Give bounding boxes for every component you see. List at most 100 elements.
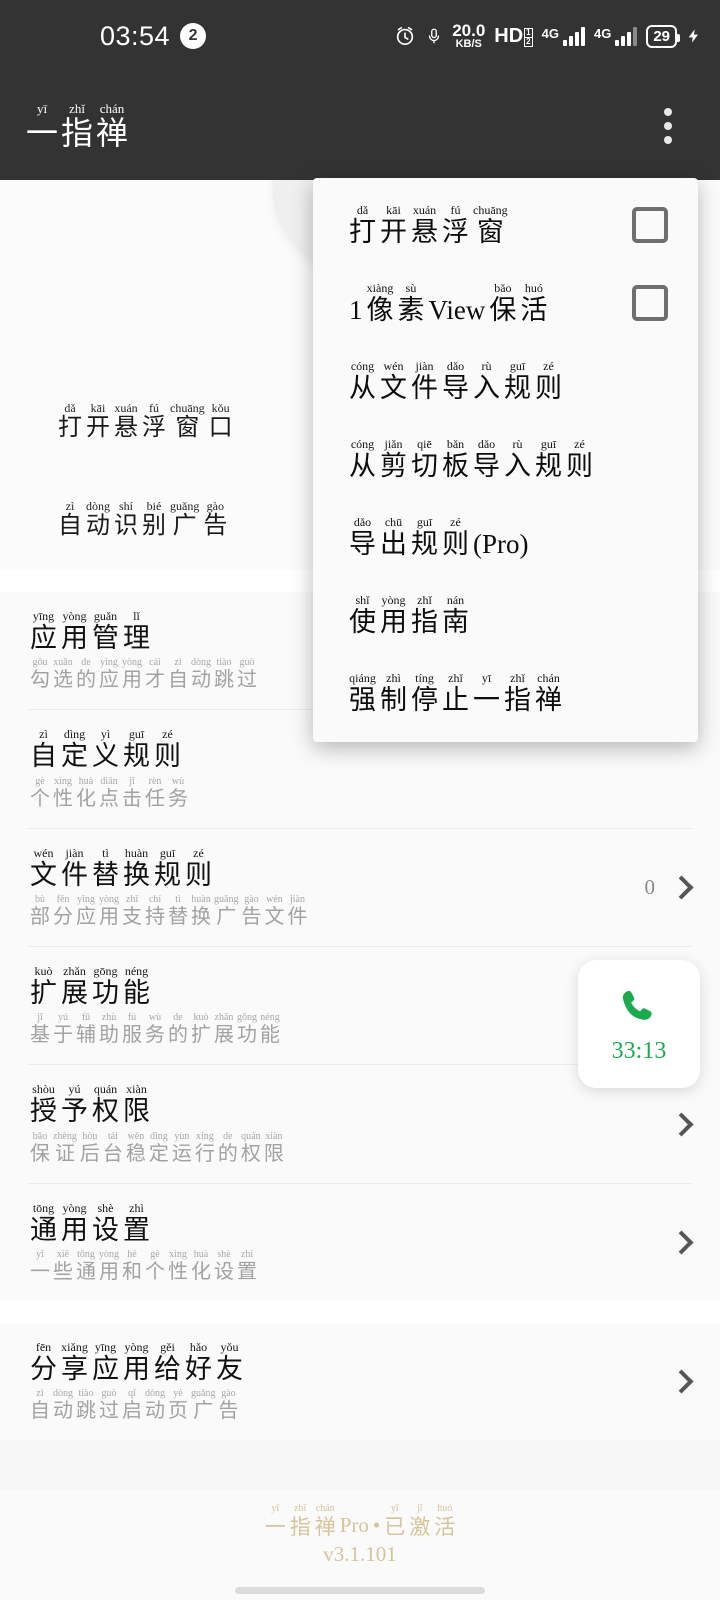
pinyin-annotation: fēn [35, 1340, 52, 1355]
hanzi-character: 像 [366, 294, 394, 325]
menu-item-label-ruby: chū 出 [380, 516, 407, 558]
network-speed-value: 20.0 [452, 21, 486, 40]
pinyin-annotation: zì [174, 657, 182, 669]
pinyin-annotation: cóng [350, 436, 375, 451]
list-item-title-ruby: tì 替 [92, 847, 119, 889]
list-item-subtitle-ruby: de 的 [76, 658, 96, 691]
gesture-navigation-bar[interactable] [235, 1587, 485, 1594]
list-item-texts: zì 自 dìng 定 yì 义 guī 规 zé 则 gè 个 xìng 性 huà 化 diǎn 点 jī 击 rè… [30, 728, 188, 809]
hanzi-character: 活 [520, 294, 548, 325]
menu-item-label-ruby: chuāng 窗 [473, 204, 508, 246]
list-item-subtitle-ruby: yīng 应 [76, 895, 96, 928]
list-item-title-ruby: guǎn 管 [92, 610, 119, 652]
three-dot-menu-icon[interactable] [656, 100, 680, 152]
list-item[interactable]: tōng 通 yòng 用 shè 设 zhì 置 yī 一 xiē 些 tōng 通 yòng 用 hé 和 gè… [0, 1184, 720, 1301]
hanzi-character: 分 [53, 906, 73, 929]
chevron-right-icon[interactable] [669, 1369, 694, 1394]
list-item-title-ruby: shè 设 [92, 1202, 119, 1244]
pinyin-annotation: dǎ [356, 202, 369, 217]
pinyin-annotation: chuāng [170, 401, 205, 416]
list-item-title-ruby: néng 能 [123, 965, 150, 1007]
pinyin-annotation: chū [384, 514, 403, 529]
app-title-ruby: zhǐ 指 [61, 102, 93, 151]
hanzi-character: 禅 [96, 114, 129, 151]
menu-item[interactable]: qiáng 强 zhì 制 tíng 停 zhǐ 止 yī 一 zhǐ 指 chán 禅 [313, 654, 698, 732]
hanzi-character: 勾 [30, 669, 50, 692]
hanzi-character: 导 [442, 372, 469, 403]
chevron-right-icon[interactable] [669, 1230, 694, 1255]
list-item-subtitle-ruby: tōng 通 [76, 1250, 96, 1283]
menu-item-checkbox[interactable] [632, 285, 668, 321]
hanzi-character: 用 [122, 669, 142, 692]
list-item[interactable]: fēn 分 xiǎng 享 yīng 应 yòng 用 gěi 给 hǎo 好 yǒu 友 zì 自 dòng 动… [0, 1323, 720, 1440]
menu-item-label-ruby: jiàn 件 [411, 360, 438, 402]
pinyin-annotation: yòng [124, 1340, 149, 1355]
pinyin-annotation: cóng [350, 358, 375, 373]
hanzi-character: 限 [263, 1142, 284, 1165]
menu-item[interactable]: 1 xiàng 像 sù 素 View bǎo 保 huó 活 [313, 264, 698, 342]
hanzi-character: 过 [237, 669, 257, 692]
hanzi-character: 悬 [114, 415, 138, 442]
pinyin-annotation: yīng [94, 1340, 117, 1355]
section-gap [0, 1301, 720, 1324]
list-item-subtitle-ruby: xíng 行 [195, 1131, 215, 1165]
pinyin-annotation: zhì [129, 1200, 144, 1215]
hanzi-character: 的 [168, 1024, 188, 1047]
hanzi-character: 部 [30, 906, 50, 929]
settings-card-secondary: fēn 分 xiǎng 享 yīng 应 yòng 用 gěi 给 hǎo 好 yǒu 友 zì 自 dòng 动… [0, 1323, 720, 1441]
pinyin-annotation: chán [537, 670, 560, 685]
pinyin-annotation: yòng [99, 1249, 119, 1261]
hanzi-character: 些 [53, 1261, 73, 1284]
list-item[interactable]: wén 文 jiàn 件 tì 替 huàn 换 guī 规 zé 则 bù 部 fēn 分 yīng 应 yòng… [0, 829, 720, 946]
pinyin-annotation: zhǐ [448, 670, 463, 685]
switch-label-0-ruby: chuāng 窗 [170, 402, 205, 441]
menu-item[interactable]: shǐ 使 yòng 用 zhǐ 指 nán 南 [313, 576, 698, 654]
hanzi-character: 运 [171, 1142, 192, 1165]
hanzi-character: 开 [380, 216, 407, 247]
hanzi-character: 禅 [535, 684, 562, 715]
menu-item[interactable]: cóng 从 jiǎn 剪 qiē 切 bǎn 板 dǎo 导 rù 入 guī 规 zé 则 [313, 420, 698, 498]
menu-item-checkbox[interactable] [632, 207, 668, 243]
list-item-subtitle: gōu 勾 xuǎn 选 de 的 yīng 应 yòng 用 cái 才 zì 自 dòng 动 tiào 跳 g… [30, 658, 257, 691]
list-item-title-ruby: xiǎng 享 [61, 1341, 88, 1383]
list-item-title-ruby: tōng 通 [30, 1202, 57, 1244]
pinyin-annotation: tiào [78, 1388, 94, 1400]
list-item-title: tōng 通 yòng 用 shè 设 zhì 置 [30, 1202, 257, 1244]
list-item-title-ruby: kuò 扩 [30, 965, 57, 1007]
list-item-texts: tōng 通 yòng 用 shè 设 zhì 置 yī 一 xiē 些 tōng 通 yòng 用 hé 和 gè… [30, 1202, 257, 1283]
menu-item[interactable]: dǎ 打 kāi 开 xuán 悬 fú 浮 chuāng 窗 [313, 186, 698, 264]
list-item-subtitle-ruby: gōu 勾 [30, 658, 50, 691]
menu-item[interactable]: dǎo 导 chū 出 guī 规 zé 则 (Pro) [313, 498, 698, 576]
list-item-title-ruby: yǒu 友 [216, 1341, 243, 1383]
floating-call-widget[interactable]: 33:13 [578, 960, 700, 1088]
hanzi-character: 置 [237, 1261, 257, 1284]
chevron-right-icon[interactable] [669, 875, 694, 900]
list-item-subtitle-ruby: guǎng 广 [191, 1389, 215, 1422]
hanzi-character: 告 [203, 513, 228, 540]
hanzi-character: 限 [123, 1096, 150, 1127]
hanzi-character: 素 [397, 294, 425, 325]
pinyin-annotation: dòng [145, 1388, 165, 1400]
battery-indicator: 29 [646, 24, 680, 48]
hanzi-character: 义 [92, 741, 119, 772]
pinyin-annotation: yī [36, 1249, 44, 1261]
hanzi-character: 于 [53, 1024, 73, 1047]
footer-status-ruby: huó 活 [434, 1504, 455, 1539]
list-item-trailing: 0 [645, 875, 694, 900]
hanzi-character: 辅 [76, 1024, 96, 1047]
hanzi-character: 后 [79, 1142, 100, 1165]
hanzi-character: 权 [240, 1142, 261, 1165]
hanzi-character: 入 [473, 372, 500, 403]
hanzi-character: 一 [473, 684, 500, 715]
menu-item-label-ruby: zé 则 [535, 360, 562, 402]
pinyin-annotation: yòng [122, 657, 142, 669]
hanzi-character: 动 [145, 1400, 165, 1423]
pinyin-annotation: yè [173, 1388, 183, 1400]
hanzi-character: 自 [168, 669, 188, 692]
list-item-subtitle-ruby: wěn 稳 [126, 1131, 146, 1165]
hanzi-character: 定 [61, 741, 88, 772]
pinyin-annotation: zé [193, 845, 204, 860]
chevron-right-icon[interactable] [669, 1112, 694, 1137]
menu-item[interactable]: cóng 从 wén 文 jiàn 件 dǎo 导 rù 入 guī 规 zé 则 [313, 342, 698, 420]
menu-item-label: 1 xiàng 像 sù 素 View bǎo 保 huó 活 [349, 282, 547, 324]
